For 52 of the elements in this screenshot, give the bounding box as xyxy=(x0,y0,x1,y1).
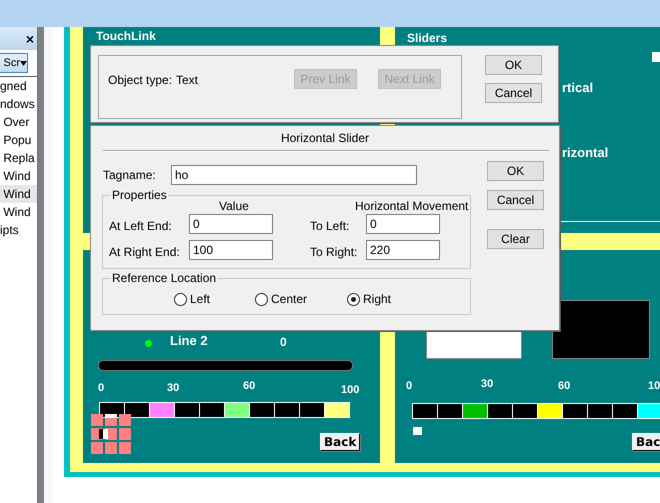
tagname-label: Tagname: xyxy=(103,168,156,182)
radio-option[interactable]: Right xyxy=(347,292,392,306)
field-label: At Left End: xyxy=(109,219,172,233)
back-button[interactable]: Back xyxy=(320,433,360,451)
field-label: To Right: xyxy=(310,245,358,259)
slider-label: rizontal xyxy=(562,145,608,160)
dropdown[interactable]: Scr xyxy=(0,53,28,73)
radio-option[interactable]: Left xyxy=(174,292,210,306)
close-button[interactable]: × xyxy=(26,32,34,46)
scale-label: 0 xyxy=(98,382,104,394)
slider-label: rtical xyxy=(562,80,594,95)
dialog-button[interactable]: Cancel xyxy=(487,190,544,210)
list-item[interactable]: gned xyxy=(0,77,37,95)
group-title: Reference Location xyxy=(111,271,218,285)
list-item[interactable]: Wind xyxy=(0,167,37,185)
object-type-label: Object type: xyxy=(108,73,172,87)
tagname-field[interactable]: ho xyxy=(171,165,417,185)
column-header: Horizontal Movement xyxy=(355,199,468,213)
list-item[interactable]: Wind xyxy=(0,203,37,221)
radio-option[interactable]: Center xyxy=(255,292,308,306)
column-header: Value xyxy=(219,199,249,213)
movement-field[interactable]: 220 xyxy=(366,240,440,260)
list-item[interactable]: Wind xyxy=(0,185,37,203)
object-type-value: Text xyxy=(176,73,198,87)
scale-label: 30 xyxy=(167,382,180,394)
line-label: Line 2 xyxy=(170,333,208,348)
list-item[interactable]: Popu xyxy=(0,131,37,149)
back-button[interactable]: Bac xyxy=(632,433,660,451)
list-item[interactable]: Over xyxy=(0,113,37,131)
list-item[interactable]: ipts xyxy=(0,221,37,239)
scale-label: 100 xyxy=(341,384,360,396)
scale-label: 30 xyxy=(481,378,494,390)
scale-label: 60 xyxy=(243,380,256,392)
group-title: Properties xyxy=(111,188,168,202)
value-field[interactable]: 100 xyxy=(189,240,273,260)
list-item[interactable]: ndows xyxy=(0,95,37,113)
value-field[interactable]: 0 xyxy=(189,214,273,234)
dialog-button[interactable]: Clear xyxy=(487,229,544,249)
panel-title: Sliders xyxy=(407,31,448,45)
scale-label: 60 xyxy=(558,380,570,392)
field-label: At Right End: xyxy=(109,245,180,259)
scale-label: 10 xyxy=(648,380,660,392)
scale-label: 0 xyxy=(406,380,412,392)
dialog-button[interactable]: OK xyxy=(485,55,542,75)
field-label: To Left: xyxy=(310,219,350,233)
movement-field[interactable]: 0 xyxy=(366,214,440,234)
dialog-button[interactable]: OK xyxy=(487,161,544,181)
panel-title: TouchLink xyxy=(96,29,156,43)
list-item[interactable]: Repla xyxy=(0,149,37,167)
line-value: 0 xyxy=(280,335,287,349)
dialog-title: Horizontal Slider xyxy=(280,131,370,145)
dialog-button[interactable]: Cancel xyxy=(485,83,542,103)
